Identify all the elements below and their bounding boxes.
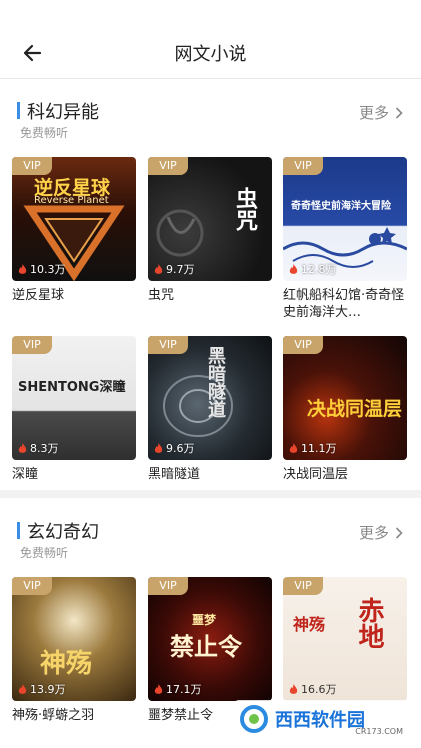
book-cover: 决战同温层 VIP 11.1万 (283, 336, 407, 460)
play-count: 17.1万 (154, 681, 202, 697)
page-title: 网文小说 (174, 44, 247, 65)
section-accent-bar (17, 102, 20, 119)
play-count-value: 17.1万 (166, 683, 202, 696)
play-count: 11.1万 (289, 440, 337, 456)
fire-icon (154, 683, 163, 694)
cover-title: 虫咒 (232, 187, 257, 231)
fire-icon (18, 442, 27, 453)
play-count-value: 13.9万 (30, 683, 66, 696)
play-count: 9.6万 (154, 440, 195, 456)
play-count: 12.8万 (289, 261, 337, 277)
play-count: 13.9万 (18, 681, 66, 697)
fire-icon (289, 442, 298, 453)
fire-icon (289, 263, 298, 274)
play-count-value: 10.3万 (30, 263, 66, 276)
fire-icon (289, 683, 298, 694)
vip-badge: VIP (148, 577, 188, 595)
book-title: 逆反星球 (12, 288, 65, 303)
book-card[interactable]: 神殇 赤地 VIP 16.6万 (283, 577, 407, 707)
watermark-text: 西西软件园 (275, 710, 365, 731)
more-label: 更多 (358, 104, 389, 122)
book-card[interactable]: SHENTONG深瞳 VIP 8.3万 深瞳 (12, 336, 136, 483)
vip-badge: VIP (12, 157, 52, 175)
play-count-value: 16.6万 (301, 683, 337, 696)
book-title: 决战同温层 (283, 467, 349, 482)
book-cover: 神殇 赤地 VIP 16.6万 (283, 577, 407, 701)
book-title: 黑暗隧道 (148, 467, 201, 482)
chevron-right-icon (395, 526, 403, 539)
watermark-subtext: CR173.COM (355, 727, 403, 736)
book-title: 深瞳 (12, 467, 39, 482)
vip-badge: VIP (283, 577, 323, 595)
section-title: 科幻异能 (27, 102, 99, 123)
section-scifi: 科幻异能 免费畅听 更多 逆反星球 Reverse Planet VIP 10.… (0, 96, 421, 486)
book-card[interactable]: 奇奇怪史前海洋大冒险 VIP 12.8万 红帆船科幻馆·奇奇怪史前海洋大… (283, 157, 407, 321)
book-card[interactable]: 决战同温层 VIP 11.1万 决战同温层 (283, 336, 407, 483)
play-count: 10.3万 (18, 261, 66, 277)
book-cover: 奇奇怪史前海洋大冒险 VIP 12.8万 (283, 157, 407, 281)
fire-icon (18, 683, 27, 694)
play-count: 16.6万 (289, 681, 337, 697)
more-button[interactable]: 更多 (359, 522, 403, 543)
more-button[interactable]: 更多 (359, 102, 403, 123)
book-card[interactable]: 神殇 VIP 13.9万 神殇·蜉蝣之羽 (12, 577, 136, 724)
cover-subtitle: 噩梦 (192, 613, 217, 627)
cover-title: 决战同温层 (307, 398, 403, 420)
cover-title: 赤地 (354, 597, 384, 649)
section-title: 玄幻奇幻 (27, 522, 99, 543)
play-count-value: 9.6万 (166, 442, 195, 455)
book-cover: 逆反星球 Reverse Planet VIP 10.3万 (12, 157, 136, 281)
book-cover: 神殇 VIP 13.9万 (12, 577, 136, 701)
book-card[interactable]: 逆反星球 Reverse Planet VIP 10.3万 逆反星球 (12, 157, 136, 304)
section-header: 科幻异能 免费畅听 更多 (0, 96, 421, 156)
fire-icon (154, 442, 163, 453)
cover-subtitle: 神殇 (293, 615, 326, 634)
play-count: 8.3万 (18, 440, 59, 456)
cover-subtitle: Reverse Planet (34, 195, 109, 206)
chevron-right-icon (395, 106, 403, 119)
section-accent-bar (17, 522, 20, 539)
book-title: 红帆船科幻馆·奇奇怪史前海洋大… (283, 288, 405, 320)
book-cover: 黑暗隧道 VIP 9.6万 (148, 336, 272, 460)
section-header: 玄幻奇幻 免费畅听 更多 (0, 516, 421, 576)
section-subtitle: 免费畅听 (20, 126, 69, 140)
fire-icon (18, 263, 27, 274)
vip-badge: VIP (148, 336, 188, 354)
play-count-value: 8.3万 (30, 442, 59, 455)
cover-title: 神殇 (40, 649, 93, 679)
more-label: 更多 (358, 524, 389, 542)
book-cover: SHENTONG深瞳 VIP 8.3万 (12, 336, 136, 460)
vip-badge: VIP (283, 157, 323, 175)
play-count-value: 9.7万 (166, 263, 195, 276)
cover-title: 黑暗隧道 (205, 346, 226, 418)
play-count-value: 12.8万 (301, 263, 337, 276)
vip-badge: VIP (283, 336, 323, 354)
book-card[interactable]: 虫咒 VIP 9.7万 虫咒 (148, 157, 272, 304)
book-title: 神殇·蜉蝣之羽 (12, 708, 95, 723)
play-count: 9.7万 (154, 261, 195, 277)
play-count-value: 11.1万 (301, 442, 337, 455)
watermark-logo: 西西软件园 CR173.COM (233, 700, 419, 738)
vip-badge: VIP (12, 336, 52, 354)
top-bar: 网文小说 (0, 0, 421, 79)
section-subtitle: 免费畅听 (20, 546, 69, 560)
watermark-icon (240, 705, 268, 733)
vip-badge: VIP (12, 577, 52, 595)
cover-title: 奇奇怪史前海洋大冒险 (291, 201, 391, 212)
book-title: 虫咒 (148, 288, 175, 303)
vip-badge: VIP (148, 157, 188, 175)
book-cover: 噩梦 禁止令 VIP 17.1万 (148, 577, 272, 701)
fire-icon (154, 263, 163, 274)
book-cover: 虫咒 VIP 9.7万 (148, 157, 272, 281)
cover-title: SHENTONG深瞳 (18, 380, 126, 395)
book-card[interactable]: 黑暗隧道 VIP 9.6万 黑暗隧道 (148, 336, 272, 483)
section-divider (0, 490, 421, 498)
cover-title: 禁止令 (170, 633, 242, 661)
